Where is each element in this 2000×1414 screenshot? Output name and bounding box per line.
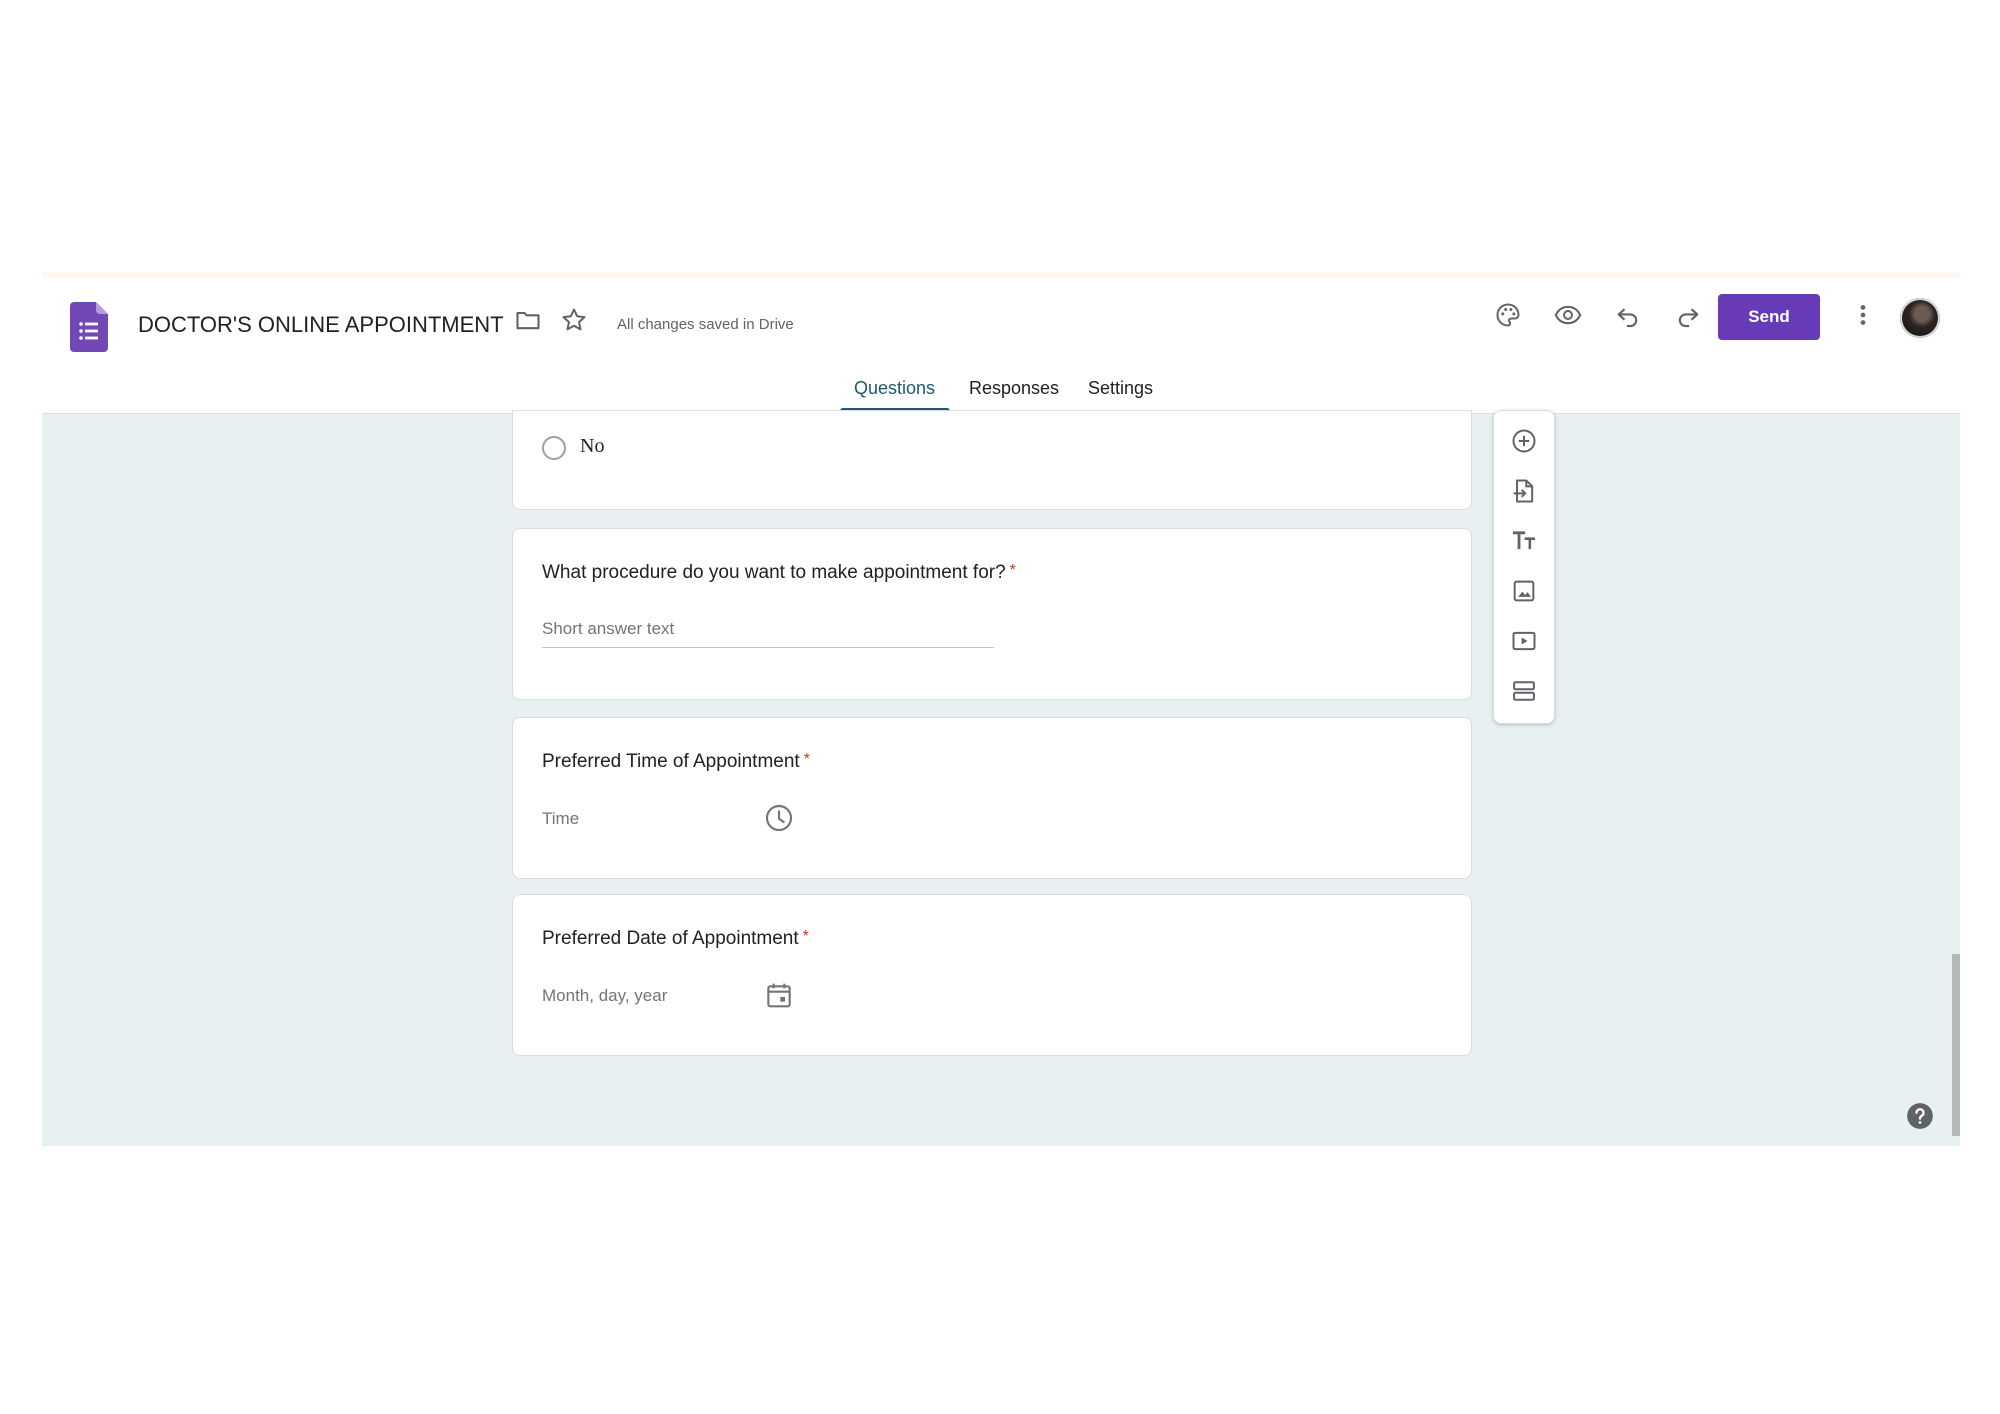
star-button[interactable] <box>554 300 594 340</box>
form-tabs: Questions Responses Settings <box>42 370 1960 413</box>
option-label: No <box>580 435 605 457</box>
question-toolbar <box>1493 410 1555 724</box>
question-card-previous[interactable]: No <box>512 410 1472 510</box>
add-section-button[interactable] <box>1504 671 1544 711</box>
undo-icon <box>1617 308 1638 328</box>
calendar-icon <box>767 983 791 1008</box>
question-title: What procedure do you want to make appoi… <box>542 562 1016 584</box>
folder-icon <box>516 311 540 330</box>
tab-questions[interactable]: Questions <box>854 378 935 399</box>
more-vert-icon <box>1860 305 1866 325</box>
add-title-icon <box>1512 531 1536 550</box>
help-icon[interactable] <box>1906 1102 1934 1130</box>
preview-button[interactable] <box>1548 295 1588 335</box>
palette-icon <box>1496 303 1520 327</box>
question-title-text: Preferred Time of Appointment <box>542 751 800 772</box>
question-card-procedure[interactable]: What procedure do you want to make appoi… <box>512 528 1472 700</box>
add-image-icon <box>1513 580 1535 602</box>
radio-option-no[interactable] <box>542 436 566 460</box>
customize-theme-button[interactable] <box>1488 295 1528 335</box>
question-title: Preferred Date of Appointment * <box>542 928 809 950</box>
required-asterisk: * <box>802 928 809 945</box>
add-video-icon <box>1512 631 1536 651</box>
app-header: DOCTOR'S ONLINE APPOINTMENT All changes … <box>42 278 1960 414</box>
avatar[interactable] <box>1900 298 1940 338</box>
tab-settings[interactable]: Settings <box>1088 378 1153 399</box>
question-card-time[interactable]: Preferred Time of Appointment * Time <box>512 717 1472 879</box>
question-card-date[interactable]: Preferred Date of Appointment * Month, da… <box>512 894 1472 1056</box>
short-answer-field: Short answer text <box>542 619 994 648</box>
add-video-button[interactable] <box>1504 621 1544 661</box>
redo-icon <box>1678 308 1699 328</box>
preview-eye-icon <box>1554 305 1582 325</box>
undo-button[interactable] <box>1608 295 1648 335</box>
save-status: All changes saved in Drive <box>617 316 794 333</box>
time-field: Time <box>542 809 580 828</box>
question-title: Preferred Time of Appointment * <box>542 751 810 773</box>
required-asterisk: * <box>1009 562 1016 579</box>
forms-app: DOCTOR'S ONLINE APPOINTMENT All changes … <box>42 272 1960 1146</box>
star-icon <box>562 308 586 331</box>
add-section-icon <box>1513 681 1535 701</box>
import-questions-button[interactable] <box>1504 471 1544 511</box>
add-question-icon <box>1512 429 1536 453</box>
move-to-folder-button[interactable] <box>508 300 548 340</box>
tab-responses[interactable]: Responses <box>969 378 1059 399</box>
scrollbar[interactable] <box>1952 954 1960 1136</box>
clock-icon <box>765 804 793 832</box>
date-field: Month, day, year <box>542 986 668 1005</box>
add-title-button[interactable] <box>1504 521 1544 561</box>
redo-button[interactable] <box>1668 295 1708 335</box>
question-title-text: What procedure do you want to make appoi… <box>542 562 1006 583</box>
required-asterisk: * <box>803 751 810 768</box>
forms-logo-icon[interactable] <box>70 302 108 352</box>
question-title-text: Preferred Date of Appointment <box>542 928 799 949</box>
more-options-button[interactable] <box>1843 295 1883 335</box>
send-button[interactable]: Send <box>1718 294 1820 340</box>
import-questions-icon <box>1513 479 1534 503</box>
add-question-button[interactable] <box>1504 421 1544 461</box>
add-image-button[interactable] <box>1504 571 1544 611</box>
form-title[interactable]: DOCTOR'S ONLINE APPOINTMENT <box>138 312 504 338</box>
